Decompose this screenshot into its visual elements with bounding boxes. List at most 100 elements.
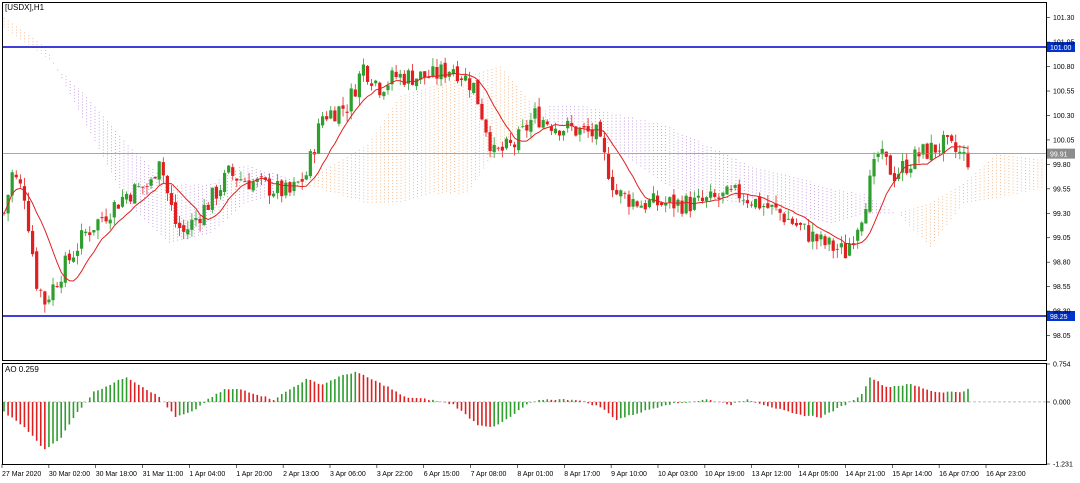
candle bbox=[888, 154, 892, 175]
candle-body bbox=[349, 88, 353, 112]
candle-body bbox=[365, 66, 370, 82]
candle-body bbox=[182, 225, 186, 232]
candle-body bbox=[435, 66, 439, 79]
candle-body bbox=[803, 223, 807, 225]
candle-body bbox=[190, 219, 194, 230]
price-tick-label: 99.80 bbox=[1053, 162, 1071, 169]
candle-body bbox=[827, 237, 831, 245]
candle-body bbox=[431, 66, 435, 77]
candle bbox=[868, 169, 872, 214]
candle bbox=[35, 247, 39, 291]
candle-body bbox=[492, 144, 496, 153]
time-tick-label: 14 Apr 21:00 bbox=[845, 471, 885, 478]
candle-body bbox=[794, 222, 799, 226]
candle-body bbox=[639, 205, 643, 208]
candle-body bbox=[129, 194, 133, 202]
candle-body bbox=[770, 204, 774, 207]
candle-body bbox=[39, 289, 43, 291]
time-tick-label: 10 Apr 03:00 bbox=[658, 471, 698, 478]
candle-body bbox=[619, 190, 623, 197]
candle-body bbox=[533, 108, 537, 119]
time-tick-label: 8 Apr 01:00 bbox=[517, 471, 553, 478]
candle-body bbox=[651, 193, 656, 203]
candle-body bbox=[321, 116, 325, 126]
candle-body bbox=[725, 186, 729, 195]
candle-body bbox=[500, 146, 504, 151]
candle-body bbox=[337, 106, 341, 124]
candle-body bbox=[35, 251, 39, 289]
candle-body bbox=[876, 153, 880, 157]
price-tick-label: 101.30 bbox=[1053, 15, 1075, 22]
candle-body bbox=[112, 202, 116, 218]
candle-body bbox=[717, 197, 721, 199]
ao-tick-label: 0.000 bbox=[1053, 399, 1071, 406]
candle-body bbox=[370, 83, 374, 86]
candle-body bbox=[235, 178, 239, 181]
candle-body bbox=[643, 203, 647, 210]
time-tick-label: 15 Apr 14:00 bbox=[892, 471, 932, 478]
candle-body bbox=[737, 184, 741, 199]
candle-body bbox=[733, 185, 737, 188]
candle-body bbox=[284, 182, 288, 196]
candle-body bbox=[488, 132, 492, 152]
candle-body bbox=[43, 291, 47, 305]
candle-body bbox=[239, 179, 243, 181]
price-tick-label: 99.30 bbox=[1053, 211, 1071, 218]
candle-body bbox=[668, 197, 672, 203]
candle-body bbox=[124, 193, 129, 200]
candle-body bbox=[26, 201, 31, 232]
candle-body bbox=[798, 222, 803, 225]
candle-body bbox=[615, 189, 619, 195]
candle-body bbox=[231, 167, 235, 176]
candle-body bbox=[357, 73, 361, 98]
time-tick-label: 8 Apr 17:00 bbox=[564, 471, 600, 478]
price-tick-label: 98.30 bbox=[1053, 309, 1071, 316]
candle-body bbox=[578, 128, 582, 135]
time-tick-label: 2 Apr 13:00 bbox=[283, 471, 319, 478]
candle-body bbox=[259, 176, 263, 178]
candle-body bbox=[14, 174, 18, 178]
candle-body bbox=[59, 281, 63, 288]
candle-body bbox=[623, 193, 627, 195]
candle-body bbox=[933, 144, 937, 153]
candle-body bbox=[96, 219, 100, 231]
candle-body bbox=[198, 218, 202, 223]
candle-body bbox=[137, 186, 141, 187]
candle-body bbox=[917, 152, 921, 157]
candle-body bbox=[304, 175, 308, 180]
candle-body bbox=[868, 175, 872, 212]
candle-body bbox=[606, 154, 611, 179]
candle-body bbox=[480, 103, 484, 120]
candle bbox=[222, 169, 227, 196]
candle-body bbox=[958, 151, 962, 154]
candle-body bbox=[476, 79, 480, 105]
price-tick-label: 100.30 bbox=[1053, 113, 1075, 120]
candle bbox=[725, 185, 729, 195]
candle-body bbox=[545, 121, 549, 125]
usdx-h1-chart[interactable]: 101.0098.2599.91 101.30101.05100.80100.5… bbox=[0, 0, 1080, 483]
candle-body bbox=[67, 253, 71, 261]
price-tick-label: 98.80 bbox=[1053, 260, 1071, 267]
candle-body bbox=[843, 243, 848, 259]
candle-body bbox=[766, 203, 770, 208]
price-tick-label: 100.05 bbox=[1053, 137, 1075, 144]
candle-body bbox=[852, 243, 856, 244]
candle bbox=[684, 193, 688, 215]
candle-body bbox=[108, 219, 112, 224]
candle-body bbox=[704, 197, 709, 201]
time-axis: 27 Mar 2020 30 Mar 02:00 30 Mar 18:00 31 Ma… bbox=[1, 464, 1026, 478]
candle-body bbox=[333, 110, 337, 122]
candle-body bbox=[361, 64, 366, 76]
candle-body bbox=[741, 200, 745, 202]
candle-body bbox=[423, 71, 427, 78]
candle-body bbox=[463, 75, 468, 81]
candle-body bbox=[410, 70, 415, 85]
ao-tick-label: 0.754 bbox=[1053, 362, 1071, 369]
time-tick-label: 31 Mar 11:00 bbox=[143, 471, 184, 478]
candle-body bbox=[586, 126, 590, 132]
time-tick-label: 6 Apr 15:00 bbox=[424, 471, 460, 478]
candle-body bbox=[521, 126, 525, 127]
candle bbox=[598, 119, 602, 138]
level-badge-text: 99.91 bbox=[1050, 152, 1068, 159]
candle-body bbox=[353, 89, 357, 97]
